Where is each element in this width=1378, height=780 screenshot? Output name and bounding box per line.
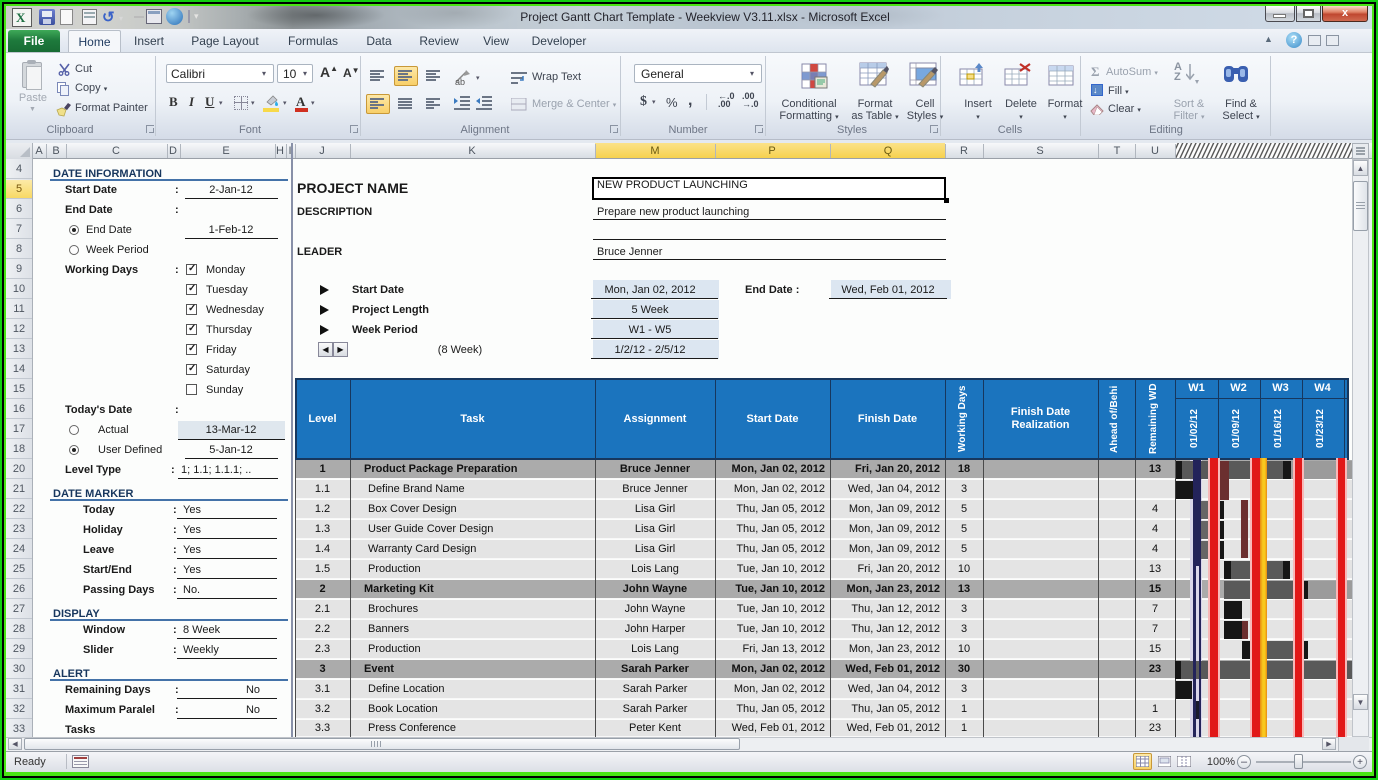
svg-text:ab: ab [455,77,465,86]
